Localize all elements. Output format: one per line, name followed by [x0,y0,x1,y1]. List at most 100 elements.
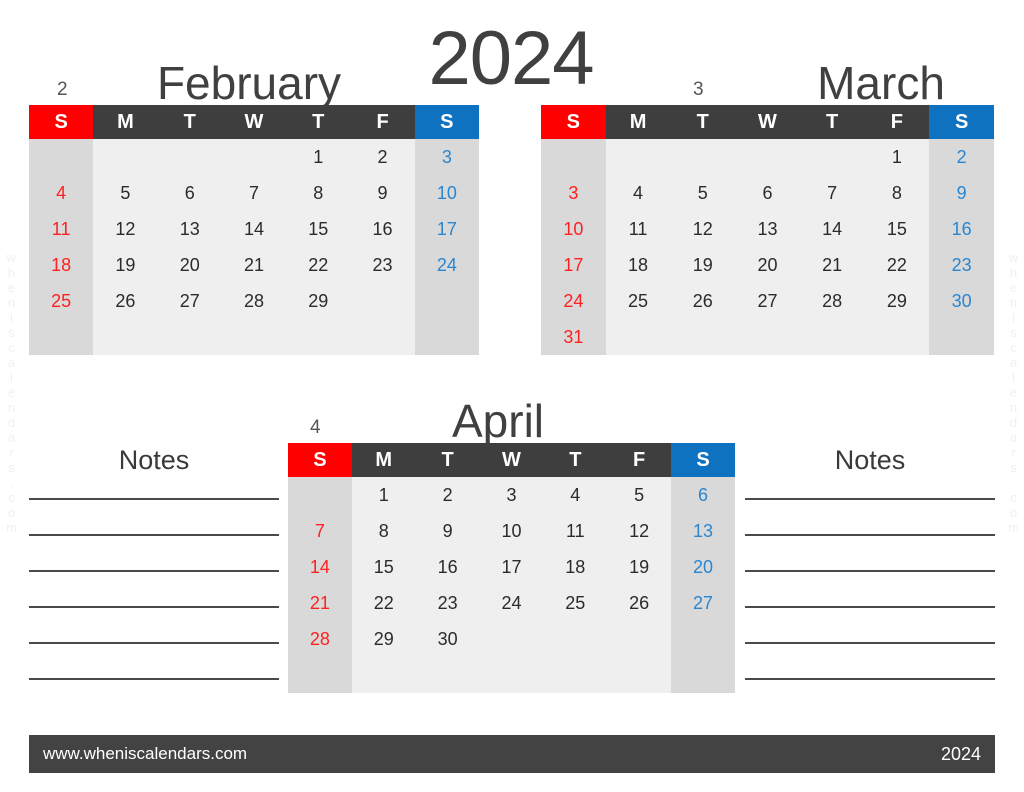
day-cell[interactable]: 17 [479,549,544,585]
day-cell[interactable]: 19 [670,247,736,283]
day-cell[interactable]: 6 [735,175,800,211]
day-cell[interactable]: 19 [607,549,672,585]
notes-write-line[interactable] [29,678,279,680]
day-cell[interactable]: 21 [221,247,287,283]
day-cell[interactable]: 27 [735,283,800,319]
day-cell[interactable]: 14 [288,549,352,585]
day-cell[interactable]: 24 [541,283,606,319]
day-cell[interactable]: 24 [479,585,544,621]
day-cell[interactable]: 14 [799,211,865,247]
day-cell[interactable]: 23 [350,247,415,283]
day-cell[interactable]: 15 [351,549,416,585]
day-cell[interactable]: 5 [93,175,158,211]
day-cell[interactable]: 6 [157,175,222,211]
day-cell[interactable]: 28 [221,283,287,319]
day-cell[interactable]: 26 [93,283,158,319]
day-cell[interactable]: 23 [929,247,994,283]
notes-write-line[interactable] [745,642,995,644]
day-cell[interactable]: 2 [350,139,415,175]
day-cell[interactable]: 8 [351,513,416,549]
day-cell[interactable]: 9 [929,175,994,211]
notes-write-line[interactable] [745,570,995,572]
day-cell[interactable]: 30 [929,283,994,319]
day-cell[interactable]: 24 [414,247,479,283]
day-cell[interactable]: 28 [288,621,352,657]
day-cell[interactable]: 6 [671,477,735,513]
day-cell[interactable]: 26 [670,283,736,319]
day-cell[interactable]: 1 [351,477,416,513]
notes-write-line[interactable] [29,534,279,536]
day-cell[interactable]: 7 [288,513,352,549]
day-cell[interactable]: 15 [864,211,930,247]
day-cell[interactable]: 21 [799,247,865,283]
day-cell[interactable]: 18 [543,549,608,585]
day-cell[interactable]: 8 [286,175,351,211]
day-cell[interactable]: 17 [414,211,479,247]
day-cell[interactable]: 13 [735,211,800,247]
day-cell[interactable]: 27 [157,283,222,319]
day-cell[interactable]: 26 [607,585,672,621]
day-cell[interactable]: 18 [29,247,94,283]
day-cell[interactable]: 16 [350,211,415,247]
day-cell[interactable]: 20 [735,247,800,283]
day-cell[interactable]: 11 [29,211,94,247]
notes-write-line[interactable] [745,606,995,608]
day-cell[interactable]: 3 [414,139,479,175]
day-cell[interactable]: 9 [350,175,415,211]
day-cell[interactable]: 9 [415,513,480,549]
day-cell[interactable]: 11 [543,513,608,549]
day-cell[interactable]: 10 [479,513,544,549]
day-cell[interactable]: 3 [479,477,544,513]
day-cell[interactable]: 22 [351,585,416,621]
day-cell[interactable]: 16 [929,211,994,247]
day-cell[interactable]: 10 [414,175,479,211]
day-cell[interactable]: 13 [671,513,735,549]
notes-write-line[interactable] [29,498,279,500]
day-cell[interactable]: 10 [541,211,606,247]
notes-write-line[interactable] [29,570,279,572]
day-cell[interactable]: 8 [864,175,930,211]
day-cell[interactable]: 2 [415,477,480,513]
notes-write-line[interactable] [745,534,995,536]
day-cell[interactable]: 17 [541,247,606,283]
day-cell[interactable]: 5 [670,175,736,211]
day-cell[interactable]: 3 [541,175,606,211]
day-cell[interactable]: 1 [864,139,930,175]
day-cell[interactable]: 25 [29,283,94,319]
notes-write-line[interactable] [29,642,279,644]
day-cell[interactable]: 29 [286,283,351,319]
day-cell[interactable]: 2 [929,139,994,175]
day-cell[interactable]: 25 [605,283,671,319]
footer-site-link[interactable]: www.wheniscalendars.com [43,744,247,764]
day-cell[interactable]: 29 [351,621,416,657]
day-cell[interactable]: 20 [157,247,222,283]
notes-write-line[interactable] [745,678,995,680]
day-cell[interactable]: 12 [670,211,736,247]
day-cell[interactable]: 23 [415,585,480,621]
day-cell[interactable]: 11 [605,211,671,247]
day-cell[interactable]: 22 [864,247,930,283]
day-cell[interactable]: 28 [799,283,865,319]
day-cell[interactable]: 25 [543,585,608,621]
day-cell[interactable]: 7 [799,175,865,211]
day-cell[interactable]: 31 [541,319,606,355]
day-cell[interactable]: 27 [671,585,735,621]
day-cell[interactable]: 4 [29,175,94,211]
day-cell[interactable]: 12 [607,513,672,549]
notes-write-line[interactable] [29,606,279,608]
notes-write-line[interactable] [745,498,995,500]
day-cell[interactable]: 12 [93,211,158,247]
day-cell[interactable]: 7 [221,175,287,211]
day-cell[interactable]: 1 [286,139,351,175]
day-cell[interactable]: 22 [286,247,351,283]
day-cell[interactable]: 16 [415,549,480,585]
day-cell[interactable]: 14 [221,211,287,247]
day-cell[interactable]: 4 [605,175,671,211]
day-cell[interactable]: 21 [288,585,352,621]
day-cell[interactable]: 19 [93,247,158,283]
day-cell[interactable]: 29 [864,283,930,319]
day-cell[interactable]: 20 [671,549,735,585]
day-cell[interactable]: 15 [286,211,351,247]
day-cell[interactable]: 4 [543,477,608,513]
day-cell[interactable]: 13 [157,211,222,247]
